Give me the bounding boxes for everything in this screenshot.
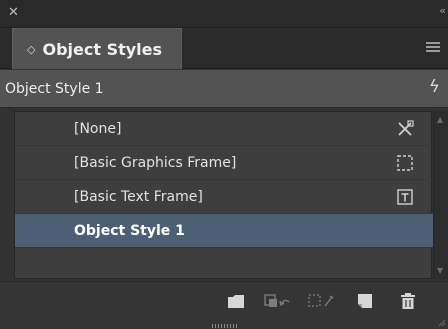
text-frame-icon bbox=[397, 189, 413, 205]
list-item-basic-graphics-frame[interactable]: [Basic Graphics Frame] bbox=[15, 146, 433, 180]
clear-nondefined-attributes-icon[interactable] bbox=[306, 291, 338, 311]
list-item-none[interactable]: [None] bbox=[15, 112, 433, 146]
close-icon[interactable]: ✕ bbox=[8, 5, 19, 21]
scroll-down-arrow-icon[interactable]: ▼ bbox=[437, 266, 443, 275]
panel-title: Object Styles bbox=[42, 39, 163, 59]
styles-list: [None] [Basic Graphics Frame] [Basic Tex… bbox=[14, 111, 433, 282]
clear-overrides-icon[interactable] bbox=[263, 291, 295, 311]
new-style-group-icon[interactable] bbox=[227, 291, 245, 311]
resize-corner-icon[interactable] bbox=[436, 317, 446, 327]
new-style-icon[interactable] bbox=[356, 291, 374, 311]
list-scrollbar[interactable]: ▲ ▼ bbox=[433, 111, 448, 279]
lightning-icon[interactable]: ϟ bbox=[429, 77, 440, 97]
list-item-label: [None] bbox=[74, 120, 122, 137]
list-item-label: Object Style 1 bbox=[74, 222, 185, 239]
list-item-basic-text-frame[interactable]: [Basic Text Frame] bbox=[15, 180, 433, 214]
resize-grip[interactable] bbox=[212, 324, 238, 328]
delete-icon[interactable] bbox=[399, 291, 417, 311]
list-item-label: [Basic Text Frame] bbox=[74, 188, 203, 205]
tab-object-styles[interactable]: ◇ Object Styles bbox=[12, 28, 182, 69]
expand-arrows-icon: ◇ bbox=[27, 42, 36, 56]
panel-titlebar: ✕ ‹‹ bbox=[0, 0, 448, 28]
panel-menu-icon[interactable] bbox=[426, 42, 440, 54]
list-empty-row bbox=[15, 248, 433, 282]
object-styles-panel: ✕ ‹‹ ◇ Object Styles Object Style 1 ϟ [N… bbox=[0, 0, 448, 329]
scroll-up-arrow-icon[interactable]: ▲ bbox=[437, 115, 443, 124]
panel-footer bbox=[0, 281, 448, 329]
graphics-frame-icon bbox=[397, 155, 413, 171]
no-style-icon bbox=[398, 120, 414, 136]
current-style-label: Object Style 1 bbox=[5, 80, 104, 97]
list-item-object-style-1[interactable]: Object Style 1 bbox=[15, 214, 433, 248]
collapse-icon[interactable]: ‹‹ bbox=[439, 4, 446, 17]
tab-row: ◇ Object Styles bbox=[0, 28, 448, 69]
current-style-bar: Object Style 1 ϟ bbox=[0, 70, 448, 108]
list-item-label: [Basic Graphics Frame] bbox=[74, 154, 237, 171]
